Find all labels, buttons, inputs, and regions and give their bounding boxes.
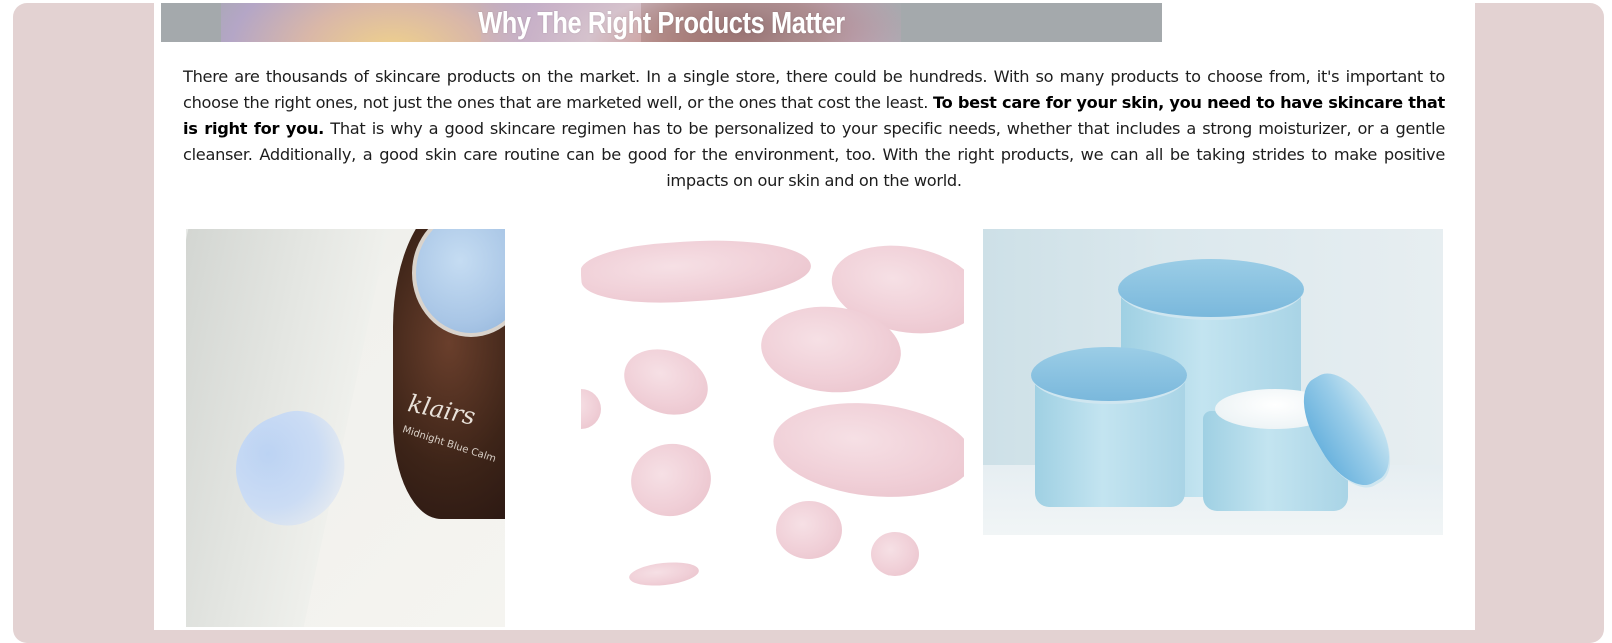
pink-smear — [625, 437, 717, 523]
pink-smear — [581, 233, 813, 309]
intro-paragraph: There are thousands of skincare products… — [183, 64, 1445, 194]
pink-smear — [581, 389, 601, 429]
section-title: Why The Right Products Matter — [478, 5, 845, 40]
section-banner: Why The Right Products Matter — [161, 3, 1162, 42]
pink-smear — [614, 338, 718, 426]
pink-smear — [628, 559, 700, 589]
blue-jar-lid — [1031, 347, 1187, 404]
pink-smear — [776, 501, 842, 559]
cream-jar-photo: klairs Midnight Blue Calm — [186, 229, 505, 627]
pink-smear — [768, 393, 964, 507]
paragraph-text: That is why a good skincare regimen has … — [183, 119, 1445, 190]
pink-smear — [871, 532, 919, 576]
pink-swatches-photo — [581, 229, 964, 589]
blue-jars-photo — [983, 229, 1443, 535]
blue-jar-lid — [1118, 259, 1304, 320]
